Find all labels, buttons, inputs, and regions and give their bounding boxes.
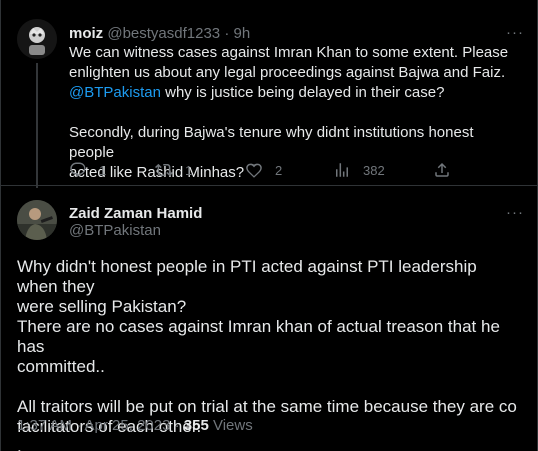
author-handle[interactable]: @bestyasdf1233 <box>107 25 220 42</box>
reply-button[interactable]: 1 <box>69 160 106 180</box>
tweet-text-line: were selling Pakistan? <box>17 297 187 316</box>
author-name[interactable]: Zaid Zaman Hamid <box>69 205 202 222</box>
reply-tweet[interactable]: moiz @bestyasdf1233 · 9h ··· We can witn… <box>1 0 537 188</box>
reply-header: moiz @bestyasdf1233 · 9h <box>69 25 250 43</box>
main-tweet: Zaid Zaman Hamid @BTPakistan ··· Why did… <box>1 187 537 451</box>
author-handle[interactable]: @BTPakistan <box>69 222 161 239</box>
thread-line <box>36 63 38 188</box>
views-count: 355 <box>183 417 209 434</box>
views-icon <box>336 163 348 177</box>
share-button[interactable] <box>433 160 451 180</box>
retweet-button[interactable]: 1 <box>155 160 192 180</box>
like-button[interactable]: 2 <box>245 160 282 180</box>
post-time[interactable]: 9h <box>234 25 251 42</box>
reply-text-line: @BTPakistan why is justice being delayed… <box>69 83 519 103</box>
avatar[interactable] <box>17 200 57 240</box>
separator: · <box>224 25 230 42</box>
action-bar: 1 1 2 382 <box>69 160 449 182</box>
reply-icon <box>70 162 86 178</box>
tweet-text-line: committed.. <box>17 357 105 376</box>
like-count: 2 <box>275 162 283 178</box>
avatar-image <box>17 200 57 240</box>
tweet-meta: 1:37 AM · Apr 25, 2023 · 355 Views <box>17 416 253 436</box>
views-button[interactable]: 382 <box>333 160 385 180</box>
reply-count: 1 <box>99 162 107 178</box>
share-icon <box>435 162 449 177</box>
more-icon[interactable]: ··· <box>504 205 526 226</box>
retweet-icon <box>155 163 173 177</box>
reply-text-rest: why is justice being delayed in their ca… <box>160 84 445 101</box>
view-count: 382 <box>363 162 385 178</box>
tweet-text-line: There are no cases against Imran khan of… <box>17 317 500 356</box>
avatar[interactable] <box>17 19 57 59</box>
avatar-image <box>17 19 57 59</box>
reply-text-line: We can witness cases against Imran Khan … <box>69 44 509 61</box>
mention-link[interactable]: @BTPakistan <box>69 84 161 101</box>
tweet-text-line: . <box>17 437 22 451</box>
author-handle-line: @BTPakistan <box>69 221 161 241</box>
tweet-text-line: All traitors will be put on trial at the… <box>17 397 517 416</box>
tweet-text-line: Why didn't honest people in PTI acted ag… <box>17 257 477 296</box>
reply-text-line: Secondly, during Bajwa's tenure why didn… <box>69 124 474 161</box>
like-icon <box>246 163 262 178</box>
retweet-count: 1 <box>185 162 193 178</box>
views-label: Views <box>208 417 253 434</box>
timeline: moiz @bestyasdf1233 · 9h ··· We can witn… <box>0 0 538 451</box>
timestamp[interactable]: 1:37 AM · Apr 25, 2023 · <box>17 417 184 434</box>
reply-text-line: enlighten us about any legal proceedings… <box>69 64 506 81</box>
author-name[interactable]: moiz <box>69 25 103 42</box>
